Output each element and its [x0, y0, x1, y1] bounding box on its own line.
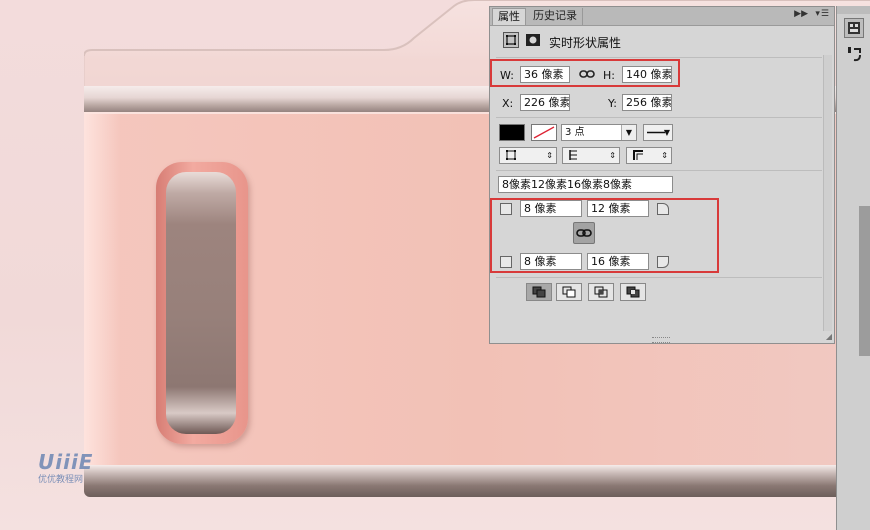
mask-icon[interactable] — [525, 32, 541, 48]
divider — [496, 170, 822, 171]
shape-properties-icon[interactable] — [503, 32, 519, 48]
x-input[interactable]: 226 像素 — [520, 94, 570, 111]
canvas: UiiiE 优优教程网 属性 历史记录 ▶▶ ▾☰ 实时形状属性 W: 36 像… — [0, 0, 870, 530]
stroke-width-dropdown[interactable]: 3 点 ▼ — [561, 124, 637, 141]
up-down-arrow-icon: ⇕ — [609, 151, 616, 160]
watermark: UiiiE 优优教程网 — [38, 450, 93, 485]
y-input[interactable]: 256 像素 — [622, 94, 672, 111]
x-label: X: — [502, 97, 514, 110]
properties-dock-icon[interactable] — [844, 18, 864, 38]
right-panel-dock — [836, 6, 870, 530]
stroke-align-dropdown[interactable]: ⇕ — [562, 147, 620, 164]
up-down-arrow-icon: ⇕ — [661, 151, 668, 160]
rounded-handle-inner[interactable] — [166, 172, 236, 434]
panel-menu-icon[interactable]: ▾☰ — [815, 9, 830, 19]
subtract-shapes-button[interactable] — [556, 283, 582, 301]
align-edges-dropdown[interactable]: ⇕ — [499, 147, 557, 164]
properties-panel: 属性 历史记录 ▶▶ ▾☰ 实时形状属性 W: 36 像素 H: 140 像素 … — [489, 6, 835, 344]
panel-tab-bar: 属性 历史记录 ▶▶ ▾☰ — [490, 7, 834, 26]
corner-type-dropdown[interactable]: ⇕ — [626, 147, 672, 164]
stroke-type-dropdown[interactable]: ▼ — [643, 124, 673, 141]
fill-color-swatch[interactable] — [499, 124, 525, 141]
object-bottom-strip — [84, 465, 870, 497]
watermark-logo: UiiiE — [38, 450, 94, 474]
divider — [496, 277, 822, 278]
panel-resize-grip[interactable] — [652, 337, 670, 343]
divider — [496, 57, 822, 58]
exclude-shapes-button[interactable] — [620, 283, 646, 301]
stroke-width-value: 3 点 — [565, 127, 585, 138]
chevron-down-icon: ▼ — [663, 128, 670, 137]
history-dock-icon[interactable] — [844, 44, 864, 64]
watermark-subtitle: 优优教程网 — [38, 475, 84, 485]
stroke-color-swatch[interactable] — [531, 124, 557, 141]
double-chevron-right-icon[interactable]: ▶▶ — [794, 9, 808, 19]
corner-radius-summary-input[interactable]: 8像素12像素16像素8像素 — [498, 176, 673, 193]
up-down-arrow-icon: ⇕ — [546, 151, 553, 160]
panel-scrollbar[interactable] — [823, 55, 832, 331]
chevron-down-icon[interactable]: ▼ — [621, 125, 636, 140]
intersect-shapes-button[interactable] — [588, 283, 614, 301]
live-shape-properties-title: 实时形状属性 — [549, 36, 622, 50]
y-label: Y: — [608, 97, 617, 110]
highlight-box-size — [490, 59, 680, 87]
tab-history[interactable]: 历史记录 — [528, 8, 583, 25]
resize-corner-icon[interactable]: ◢ — [826, 332, 832, 341]
dock-header — [837, 6, 870, 14]
tab-properties[interactable]: 属性 — [492, 8, 526, 25]
divider — [496, 117, 822, 118]
combine-shapes-button[interactable] — [526, 283, 552, 301]
dock-scrollbar[interactable] — [859, 206, 870, 356]
highlight-box-corners — [490, 198, 719, 273]
